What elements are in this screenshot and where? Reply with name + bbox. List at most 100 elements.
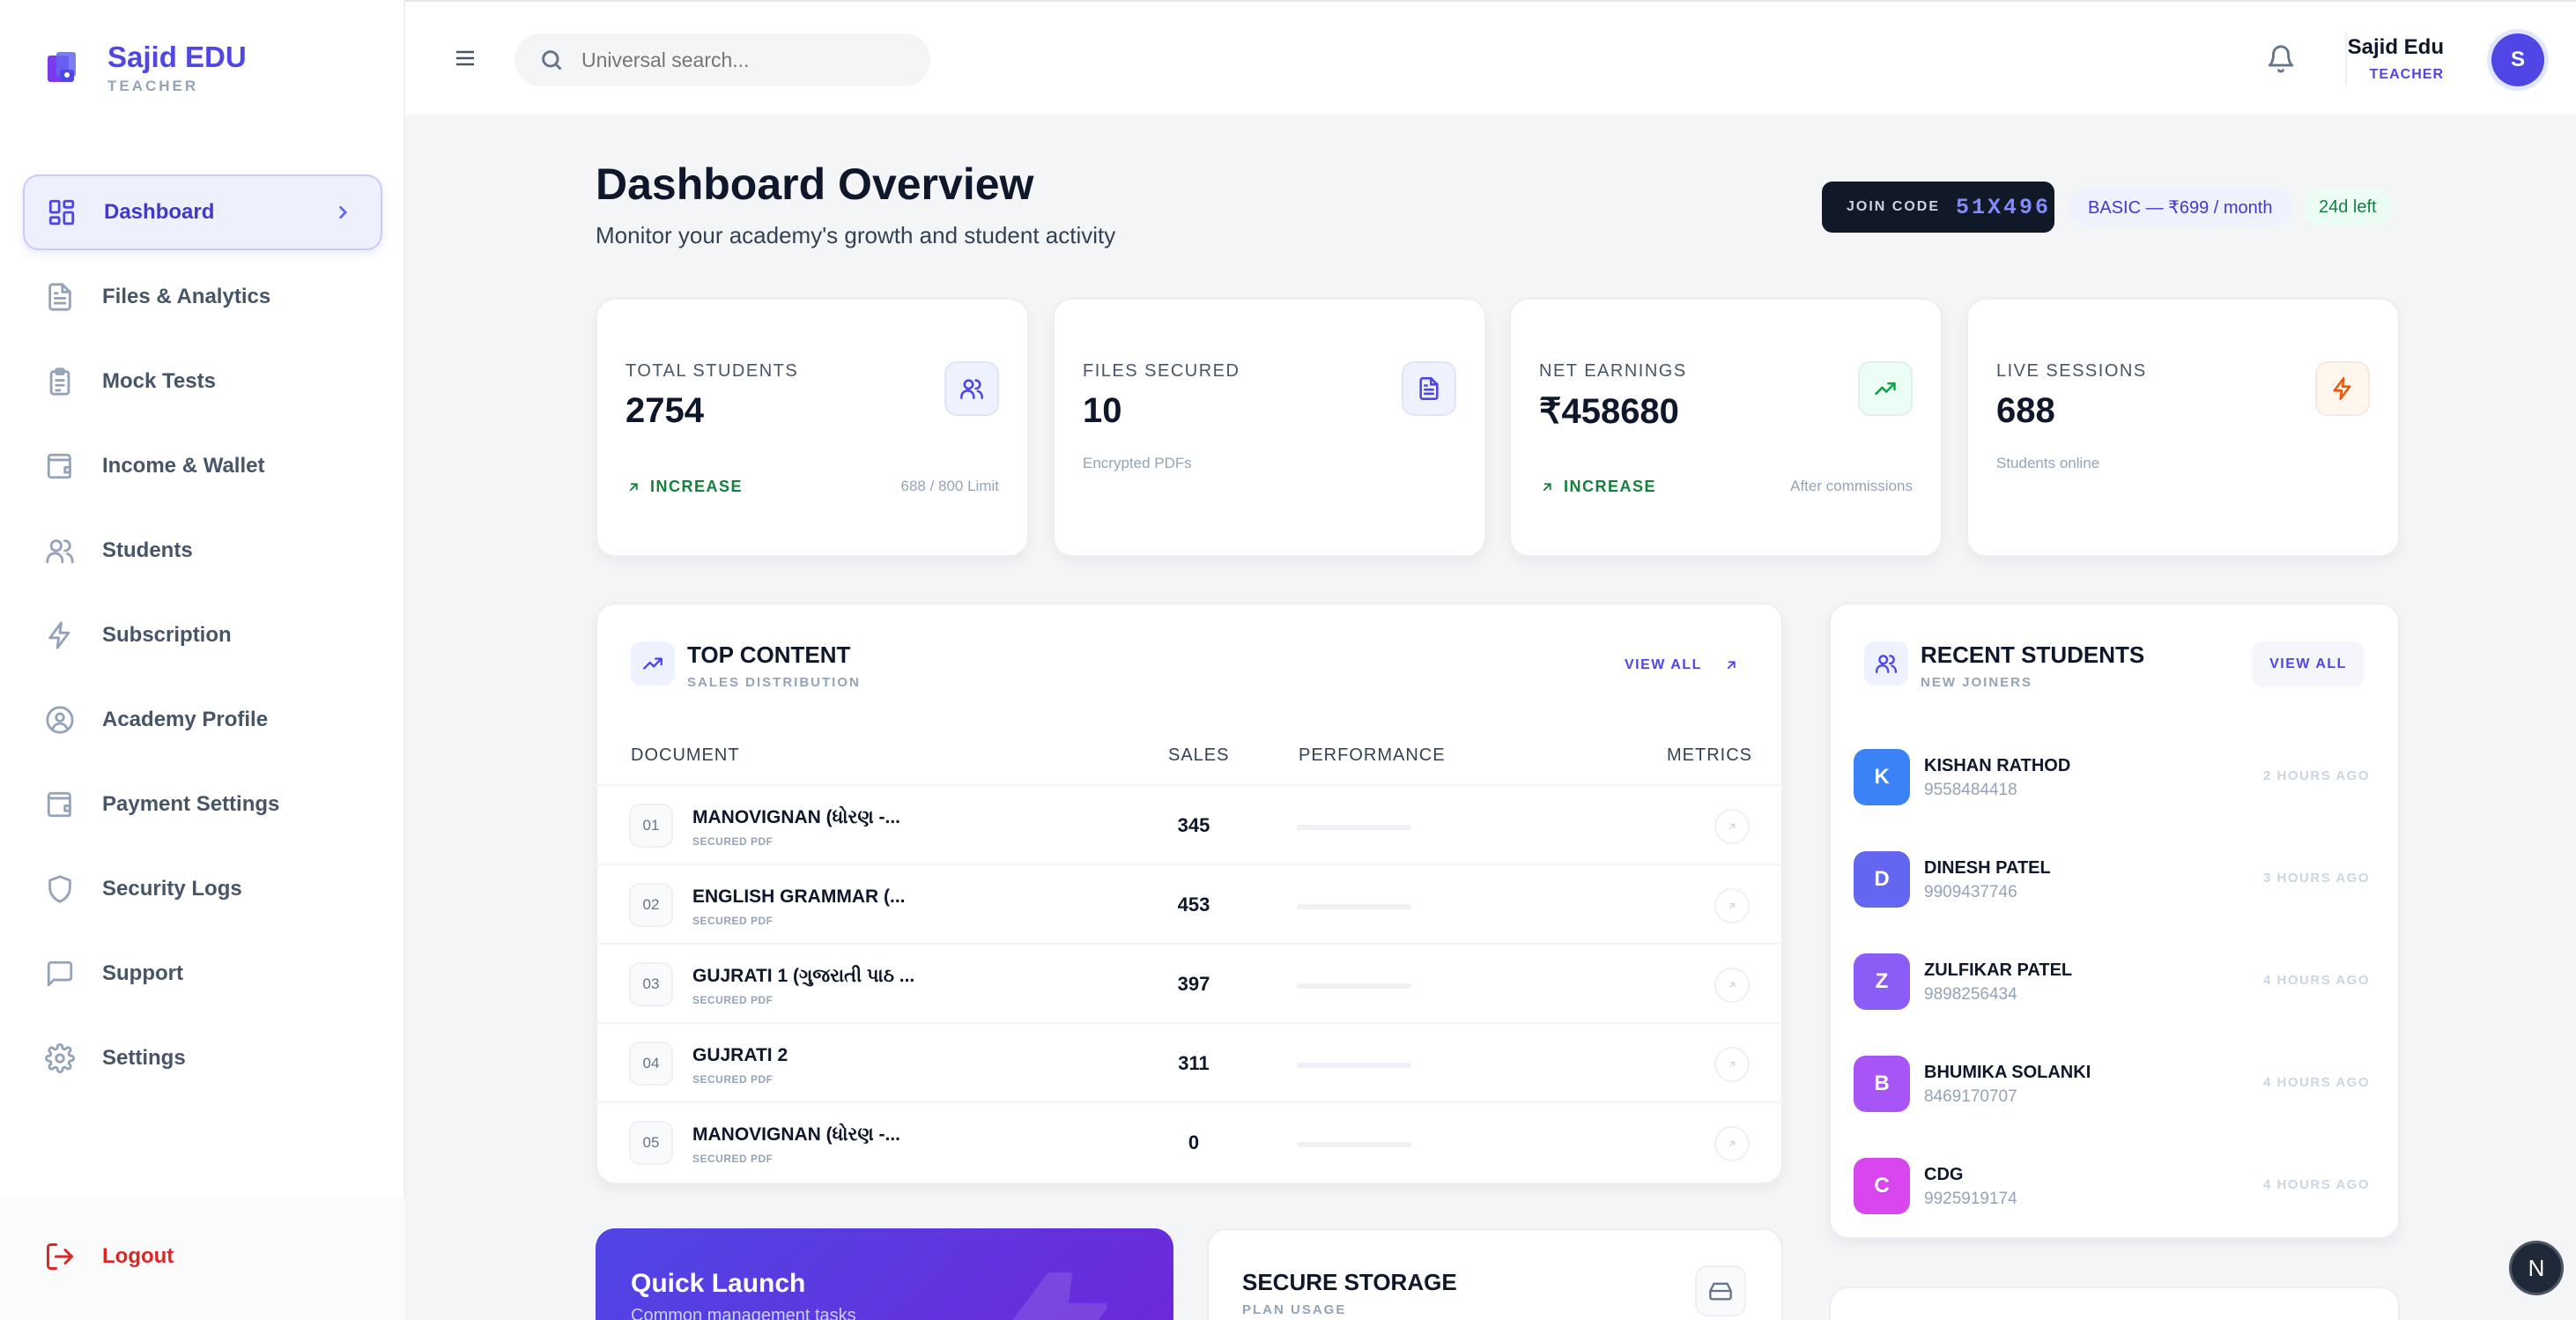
- top-content-subtitle: SALES DISTRIBUTION: [687, 675, 861, 690]
- search-icon: [542, 50, 562, 70]
- table-row[interactable]: 04 GUJRATI 2 SECURED PDF 311: [596, 1022, 1783, 1101]
- sales-count: 0: [1188, 1131, 1200, 1153]
- notifications-button[interactable]: [2266, 44, 2296, 74]
- brand[interactable]: Sajid EDU TEACHER: [44, 41, 247, 95]
- dashboard-grid-icon: [46, 197, 78, 228]
- logout-button[interactable]: Logout: [44, 1241, 174, 1272]
- student-joined-time: 4 HOURS AGO: [2263, 1177, 2370, 1192]
- join-code-label: JOIN CODE: [1847, 199, 1941, 214]
- brand-logo-icon: [44, 50, 79, 85]
- stat-card-total-students: TOTAL STUDENTS 2754 INCREASE 688 / 800 L…: [596, 298, 1029, 557]
- student-phone: 9909437746: [1924, 883, 2017, 901]
- stat-value: ₹458680: [1539, 392, 1679, 431]
- document-name: MANOVIGNAN (ધોરણ -...: [692, 1124, 901, 1145]
- message-square-icon: [44, 958, 76, 990]
- sidebar-item-label: Dashboard: [104, 200, 215, 224]
- document-type: SECURED PDF: [692, 1073, 774, 1086]
- student-avatar: D: [1854, 851, 1910, 908]
- bell-icon: [2268, 45, 2294, 73]
- sidebar-item-subscription[interactable]: Subscription: [23, 597, 382, 673]
- search-bar[interactable]: [514, 33, 930, 86]
- sidebar-item-dashboard[interactable]: Dashboard: [23, 174, 382, 250]
- user-circle-icon: [44, 704, 76, 736]
- table-row[interactable]: 01 MANOVIGNAN (ધોરણ -... SECURED PDF 345: [596, 784, 1783, 864]
- performance-bar: [1297, 904, 1411, 909]
- table-row[interactable]: 05 MANOVIGNAN (ધોરણ -... SECURED PDF 0: [596, 1101, 1783, 1181]
- student-phone: 9898256434: [1924, 985, 2017, 1004]
- sidebar-item-settings[interactable]: Settings: [23, 1020, 382, 1096]
- secure-storage-card: SECURE STORAGE PLAN USAGE: [1207, 1228, 1783, 1320]
- trending-up-icon: [631, 641, 675, 686]
- sidebar-item-support[interactable]: Support: [23, 936, 382, 1012]
- sidebar-item-payment-settings[interactable]: Payment Settings: [23, 767, 382, 842]
- stat-value: 2754: [625, 391, 704, 430]
- avatar[interactable]: S: [2491, 33, 2544, 86]
- student-phone: 9558484418: [1924, 781, 2017, 799]
- rank-badge: 01: [629, 804, 673, 848]
- users-icon: [1864, 641, 1908, 686]
- user-name: Sajid Edu: [2347, 35, 2444, 59]
- list-item[interactable]: Z ZULFIKAR PATEL 9898256434 4 HOURS AGO: [1829, 931, 2393, 1033]
- sidebar-item-students[interactable]: Students: [23, 513, 382, 589]
- metrics-button[interactable]: [1714, 809, 1750, 844]
- recent-students-subtitle: NEW JOINERS: [1921, 675, 2033, 690]
- document-type: SECURED PDF: [692, 835, 774, 848]
- arrow-up-right-icon: [1729, 902, 1736, 908]
- quick-launch-card[interactable]: Quick Launch Common management tasks: [596, 1228, 1173, 1320]
- sidebar-item-income-wallet[interactable]: Income & Wallet: [23, 428, 382, 504]
- list-item[interactable]: D DINESH PATEL 9909437746 3 HOURS AGO: [1829, 828, 2393, 931]
- shield-icon: [44, 873, 76, 905]
- users-icon: [944, 361, 999, 416]
- top-content-view-all-link[interactable]: VIEW ALL: [1625, 657, 1739, 673]
- sidebar-item-files-analytics[interactable]: Files & Analytics: [23, 259, 382, 335]
- search-input[interactable]: [581, 48, 916, 72]
- document-type: SECURED PDF: [692, 915, 774, 927]
- zap-icon: [2315, 361, 2370, 416]
- metrics-button[interactable]: [1714, 1126, 1750, 1161]
- user-info[interactable]: Sajid Edu TEACHER: [2348, 35, 2444, 83]
- rank-badge: 05: [629, 1121, 673, 1165]
- sidebar-item-academy-profile[interactable]: Academy Profile: [23, 682, 382, 758]
- join-code-value: 51X496: [1956, 194, 2052, 220]
- stat-card-net-earnings: NET EARNINGS ₹458680 INCREASE After comm…: [1509, 298, 1943, 557]
- sales-count: 397: [1177, 973, 1210, 995]
- student-name: KISHAN RATHOD: [1924, 756, 2071, 775]
- sidebar-item-security-logs[interactable]: Security Logs: [23, 851, 382, 927]
- hamburger-icon: [456, 50, 474, 66]
- document-type: SECURED PDF: [692, 994, 774, 1006]
- document-name: GUJRATI 1 (ગુજરાતી પાઠ ...: [692, 966, 915, 986]
- brand-role: TEACHER: [107, 78, 199, 94]
- stat-trend: INCREASE: [625, 478, 743, 496]
- dev-tools-button[interactable]: N: [2509, 1241, 2564, 1295]
- table-row[interactable]: 02 ENGLISH GRAMMAR (... SECURED PDF 453: [596, 864, 1783, 943]
- arrow-up-right-icon: [1729, 1140, 1736, 1146]
- sidebar: Sajid EDU TEACHER Dashboard Files & Anal…: [0, 0, 405, 1320]
- users-icon: [44, 535, 76, 567]
- zap-icon: [1001, 1233, 1111, 1320]
- join-code-badge[interactable]: JOIN CODE 51X496: [1822, 182, 2054, 233]
- column-header-sales: SALES: [1168, 745, 1230, 765]
- stat-value: 10: [1083, 391, 1122, 430]
- stat-card-files-secured: FILES SECURED 10 Encrypted PDFs: [1053, 298, 1486, 557]
- metrics-button[interactable]: [1714, 968, 1750, 1003]
- sidebar-item-label: Settings: [102, 1046, 186, 1070]
- sidebar-item-mock-tests[interactable]: Mock Tests: [23, 344, 382, 419]
- list-item[interactable]: B BHUMIKA SOLANKI 8469170707 4 HOURS AGO: [1829, 1033, 2393, 1135]
- list-item[interactable]: C CDG 9925919174 4 HOURS AGO: [1829, 1135, 2393, 1237]
- arrow-up-right-icon: [1729, 1061, 1736, 1067]
- menu-toggle-button[interactable]: [453, 48, 477, 69]
- list-item[interactable]: K KISHAN RATHOD 9558484418 2 HOURS AGO: [1829, 726, 2393, 828]
- student-phone: 8469170707: [1924, 1087, 2017, 1106]
- student-avatar: Z: [1854, 953, 1910, 1010]
- recent-students-view-all-button[interactable]: VIEW ALL: [2252, 641, 2365, 687]
- metrics-button[interactable]: [1714, 1047, 1750, 1082]
- column-header-performance: PERFORMANCE: [1299, 745, 1446, 765]
- column-header-document: DOCUMENT: [631, 745, 740, 765]
- table-row[interactable]: 03 GUJRATI 1 (ગુજરાતી પાઠ ... SECURED PD…: [596, 943, 1783, 1022]
- metrics-button[interactable]: [1714, 888, 1750, 923]
- page-subtitle: Monitor your academy's growth and studen…: [596, 222, 1116, 248]
- storage-subtitle: PLAN USAGE: [1242, 1302, 1347, 1317]
- sales-count: 453: [1177, 894, 1210, 916]
- wallet-icon: [44, 789, 76, 820]
- sidebar-item-label: Payment Settings: [102, 792, 280, 816]
